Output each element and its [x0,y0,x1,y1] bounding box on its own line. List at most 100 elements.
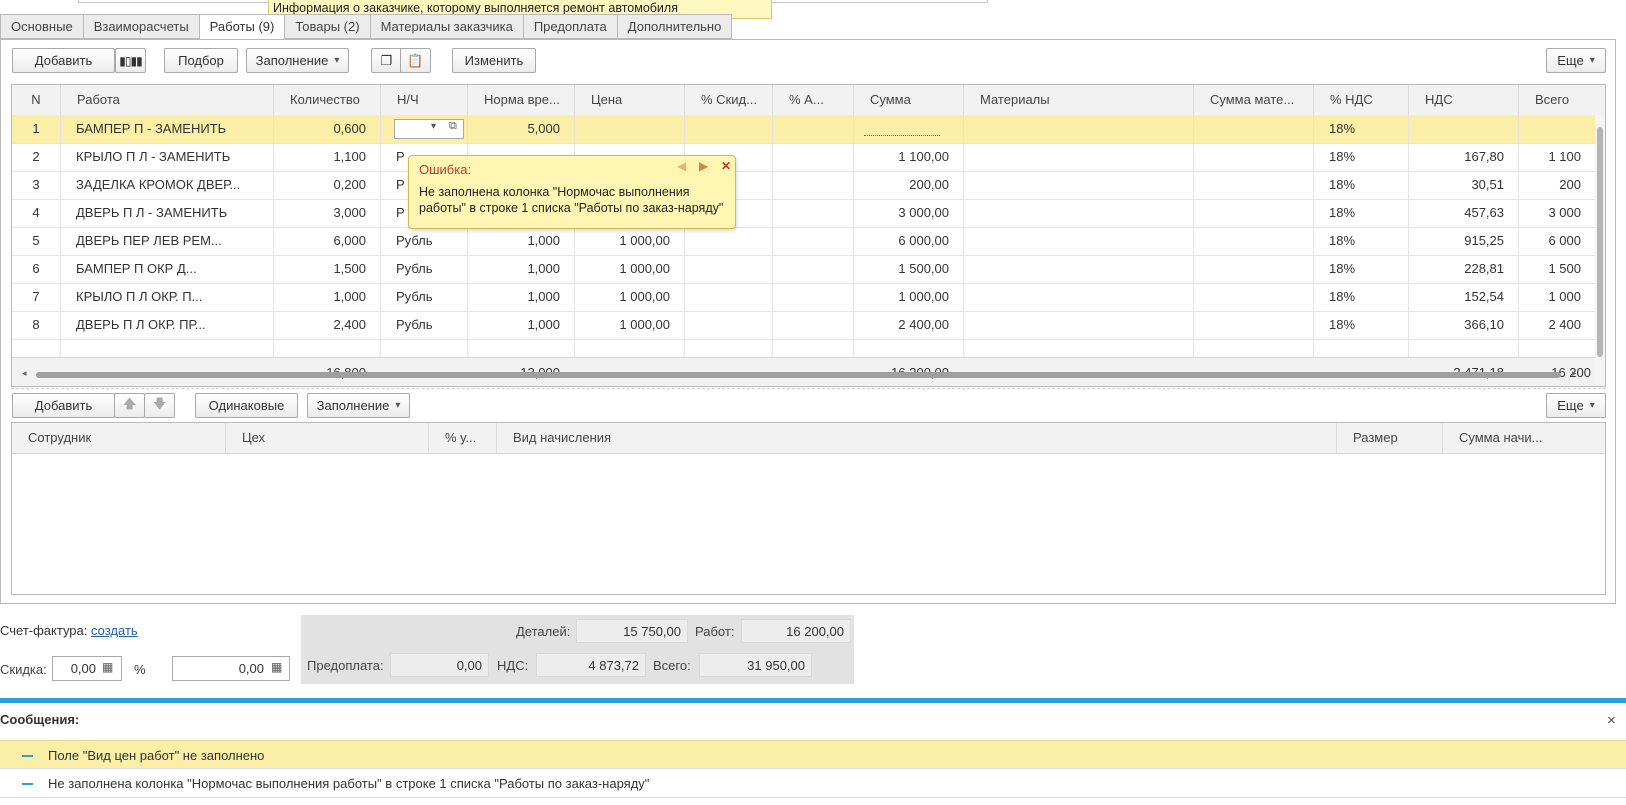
works-cell[interactable] [684,115,772,143]
works-cell[interactable]: 2 [12,143,60,171]
works-cell[interactable] [684,255,772,283]
works-col-header-1[interactable]: Работа [60,85,273,115]
works-cell[interactable] [963,143,1193,171]
more-staff-button[interactable]: Еще [1546,393,1606,418]
works-cell[interactable]: 18% [1313,227,1408,255]
works-cell[interactable]: 8 [12,311,60,339]
works-cell[interactable] [963,311,1193,339]
copy-button[interactable]: ❐ [371,48,402,73]
splitter[interactable] [11,388,1606,389]
works-cell[interactable]: 18% [1313,283,1408,311]
add-staff-button[interactable]: Добавить [12,393,115,418]
works-cell[interactable] [1518,115,1595,143]
works-cell[interactable]: КРЫЛО П Л ОКР. П... [60,283,273,311]
works-row[interactable]: 5 ДВЕРЬ ПЕР ЛЕВ РЕМ... 6,000 Рубль 1,000 1 00… [12,227,1605,256]
barcode-button[interactable]: ▮▯▮▮ [115,48,146,73]
works-col-header-7[interactable]: % А... [772,85,853,115]
works-cell[interactable]: 1,500 [273,255,380,283]
works-cell[interactable] [1193,311,1313,339]
works-col-header-11[interactable]: % НДС [1313,85,1408,115]
works-cell[interactable]: 200,00 [853,171,963,199]
works-cell[interactable]: 366,10 [1408,311,1518,339]
works-cell[interactable]: 3 [12,171,60,199]
works-cell[interactable] [963,199,1193,227]
works-cell[interactable] [963,255,1193,283]
works-cell[interactable]: ДВЕРЬ ПЕР ЛЕВ РЕМ... [60,227,273,255]
works-cell[interactable]: 1,000 [467,227,574,255]
works-col-header-13[interactable]: Всего [1518,85,1595,115]
works-cell[interactable]: 18% [1313,199,1408,227]
works-cell[interactable] [963,115,1193,143]
works-cell[interactable]: 7 [12,283,60,311]
works-cell[interactable] [1193,143,1313,171]
works-cell[interactable]: 1,100 [273,143,380,171]
works-cell[interactable]: 3 000,00 [853,199,963,227]
works-cell[interactable]: ЗАДЕЛКА КРОМОК ДВЕР... [60,171,273,199]
works-col-header-5[interactable]: Цена [574,85,684,115]
vertical-scroll-thumb[interactable] [1597,127,1603,357]
works-cell[interactable]: 1,000 [467,283,574,311]
works-col-header-6[interactable]: % Скид... [684,85,772,115]
nh-editor-input[interactable]: ▾ ⧉ [394,119,464,139]
same-button[interactable]: Одинаковые [195,393,298,418]
works-cell[interactable]: 18% [1313,255,1408,283]
works-cell[interactable] [772,199,853,227]
works-cell[interactable]: 915,25 [1408,227,1518,255]
works-cell[interactable]: ДВЕРЬ П Л - ЗАМЕНИТЬ [60,199,273,227]
works-cell[interactable]: 18% [1313,171,1408,199]
works-cell[interactable]: 3 000 [1518,199,1595,227]
works-cell[interactable]: 1 000,00 [574,283,684,311]
horizontal-scroll-thumb[interactable] [36,372,1561,378]
works-table[interactable]: N Работа Количество Н/Ч Норма вре... Цена% Ск… [11,84,1606,387]
works-row[interactable]: 2 КРЫЛО П Л - ЗАМЕНИТЬ 1,100 Р 1 100,00 18% 16… [12,143,1605,172]
prev-error-icon[interactable]: ◀ [677,159,686,173]
works-cell[interactable] [574,115,684,143]
works-cell[interactable]: 6 000 [1518,227,1595,255]
horizontal-scrollbar[interactable]: ◂ ▸ [22,368,1582,380]
tab-1[interactable]: Основные [0,14,84,39]
staff-col-header-0[interactable]: Сотрудник [12,423,225,453]
works-cell[interactable] [772,283,853,311]
calculator-icon[interactable]: ▦ [102,660,113,674]
works-cell[interactable]: 1,000 [273,283,380,311]
works-cell[interactable]: 2 400 [1518,311,1595,339]
works-col-header-10[interactable]: Сумма мате... [1193,85,1313,115]
works-cell[interactable] [1193,283,1313,311]
works-cell[interactable]: 3,000 [273,199,380,227]
vertical-scrollbar[interactable] [1595,115,1605,386]
works-cell[interactable]: БАМПЕР П ОКР Д... [60,255,273,283]
works-cell[interactable]: 1 [12,115,60,143]
paste-button[interactable]: 📋 [400,48,431,73]
works-cell[interactable]: Рубль [380,255,467,283]
works-cell[interactable]: 6,000 [273,227,380,255]
works-cell[interactable]: Рубль [380,227,467,255]
works-cell[interactable]: КРЫЛО П Л - ЗАМЕНИТЬ [60,143,273,171]
works-cell[interactable] [963,283,1193,311]
works-row[interactable]: 1 БАМПЕР П - ЗАМЕНИТЬ 0,600 5,000 18% ▾ ⧉ [12,115,1605,144]
works-row[interactable]: 3 ЗАДЕЛКА КРОМОК ДВЕР... 0,200 Р 200,00 18% 30… [12,171,1605,200]
fill-dropdown-button[interactable]: Заполнение [246,48,349,73]
tab-5[interactable]: Материалы заказчика [370,14,524,39]
works-cell[interactable]: 0,600 [273,115,380,143]
scroll-left-icon[interactable]: ◂ [22,368,27,379]
works-cell[interactable]: 1 500 [1518,255,1595,283]
works-cell[interactable]: ДВЕРЬ П Л ОКР. ПР... [60,311,273,339]
tab-3[interactable]: Работы (9) [199,14,286,40]
works-row[interactable]: 4 ДВЕРЬ П Л - ЗАМЕНИТЬ 3,000 Р 3 000,00 18% 45… [12,199,1605,228]
close-messages-icon[interactable]: × [1607,712,1616,729]
next-error-icon[interactable]: ▶ [699,159,708,173]
works-col-header-0[interactable]: N [12,85,60,115]
tab-6[interactable]: Предоплата [523,14,618,39]
works-cell[interactable] [772,227,853,255]
works-cell[interactable]: 6 000,00 [853,227,963,255]
more-button[interactable]: Еще [1546,48,1606,73]
works-cell[interactable]: 1 000,00 [574,255,684,283]
tab-4[interactable]: Товары (2) [285,14,371,39]
works-row[interactable]: 6 БАМПЕР П ОКР Д... 1,500 Рубль 1,000 1 000,0… [12,255,1605,284]
works-cell[interactable]: 167,80 [1408,143,1518,171]
works-cell[interactable]: 5,000 [467,115,574,143]
works-col-header-2[interactable]: Количество [273,85,380,115]
add-work-button[interactable]: Добавить [12,48,115,73]
works-cell[interactable] [772,255,853,283]
works-cell[interactable]: 18% [1313,115,1408,143]
